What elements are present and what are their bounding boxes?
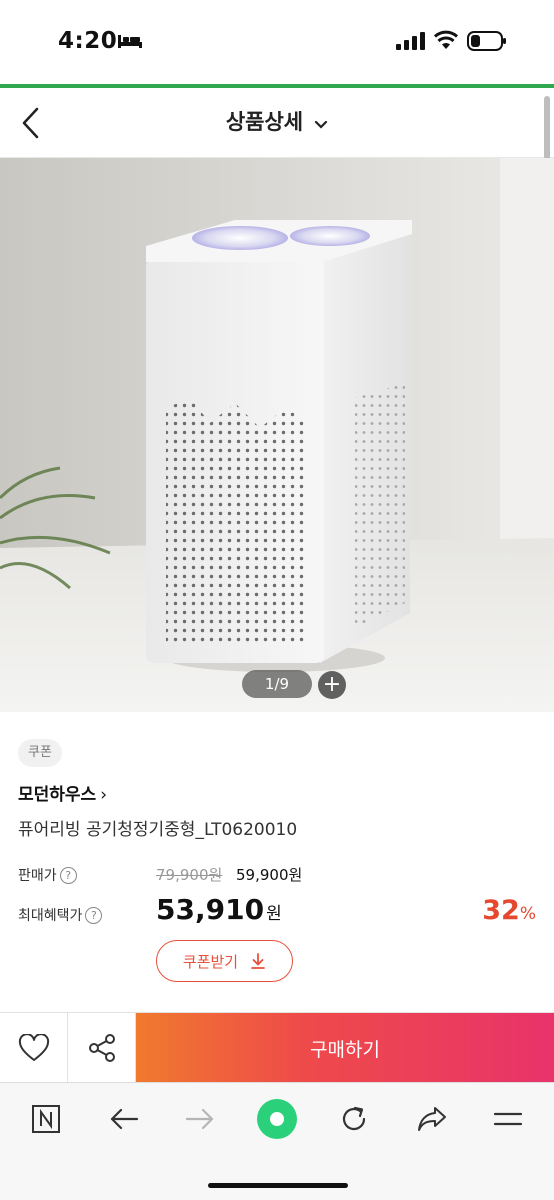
download-icon (251, 953, 265, 969)
help-icon[interactable]: ? (59, 867, 77, 884)
chevron-right-icon: › (100, 785, 108, 805)
coupon-badge: 쿠폰 (18, 739, 62, 767)
naver-n-icon (32, 1105, 60, 1133)
price-label: 판매가 (18, 868, 57, 884)
green-dot-button[interactable] (255, 1097, 299, 1141)
browser-toolbar (0, 1082, 554, 1200)
brand-name: 모던하우스 (18, 785, 97, 805)
price-label-row: 판매가? (18, 865, 77, 885)
benefit-price: 53,910 원 (156, 893, 282, 926)
discount-unit: % (519, 904, 536, 924)
benefit-label-row: 최대혜택가? (18, 905, 103, 925)
image-counter: 1/9 (242, 670, 312, 698)
page-title: 상품상세 (225, 110, 304, 134)
arrow-left-icon (110, 1108, 139, 1130)
share-icon (88, 1034, 115, 1062)
arrow-right-icon (185, 1108, 214, 1130)
status-bar: 4:20 (0, 0, 554, 84)
discount-rate: 32% (482, 895, 536, 926)
wishlist-button[interactable] (0, 1013, 68, 1083)
share-button[interactable] (68, 1013, 136, 1083)
get-coupon-button[interactable]: 쿠폰받기 (156, 940, 293, 982)
original-price: 79,900원 (156, 866, 223, 884)
brand-link[interactable]: 모던하우스 › (18, 780, 107, 805)
product-name: 퓨어리빙 공기청정기중형_LT0620010 (18, 820, 298, 840)
scrollbar-thumb[interactable] (544, 96, 550, 166)
benefit-price-value: 53,910 (156, 893, 265, 926)
battery-icon (467, 31, 506, 51)
heart-icon (18, 1034, 49, 1061)
cellular-signal-icon (396, 32, 425, 50)
product-image[interactable] (0, 158, 554, 712)
green-dot-icon (257, 1099, 297, 1139)
page-title-dropdown[interactable]: 상품상세 (0, 106, 554, 136)
share-arrow-icon (418, 1107, 446, 1131)
status-time: 4:20 (58, 28, 118, 54)
air-purifier-photo (0, 158, 554, 712)
benefit-label: 최대혜택가 (18, 908, 83, 924)
zoom-plus-button[interactable]: + (318, 671, 346, 699)
home-indicator[interactable] (208, 1183, 348, 1188)
purchase-action-bar: 구매하기 (0, 1012, 554, 1083)
chevron-down-icon (315, 120, 328, 129)
reload-button[interactable] (332, 1097, 376, 1141)
get-coupon-label: 쿠폰받기 (182, 952, 239, 971)
browser-forward-button[interactable] (178, 1097, 222, 1141)
discount-value: 32 (482, 895, 520, 926)
hamburger-menu-icon (493, 1112, 523, 1126)
browser-back-button[interactable] (102, 1097, 146, 1141)
sale-price: 59,900원 (236, 866, 303, 884)
menu-button[interactable] (486, 1097, 530, 1141)
benefit-price-unit: 원 (266, 904, 282, 924)
nav-header: 상품상세 (0, 88, 554, 158)
wifi-icon (433, 30, 459, 49)
bed-icon (118, 35, 142, 48)
browser-share-button[interactable] (410, 1097, 454, 1141)
help-icon[interactable]: ? (85, 907, 103, 924)
buy-now-button[interactable]: 구매하기 (136, 1013, 554, 1083)
reload-icon (342, 1106, 366, 1131)
naver-home-button[interactable] (24, 1097, 68, 1141)
